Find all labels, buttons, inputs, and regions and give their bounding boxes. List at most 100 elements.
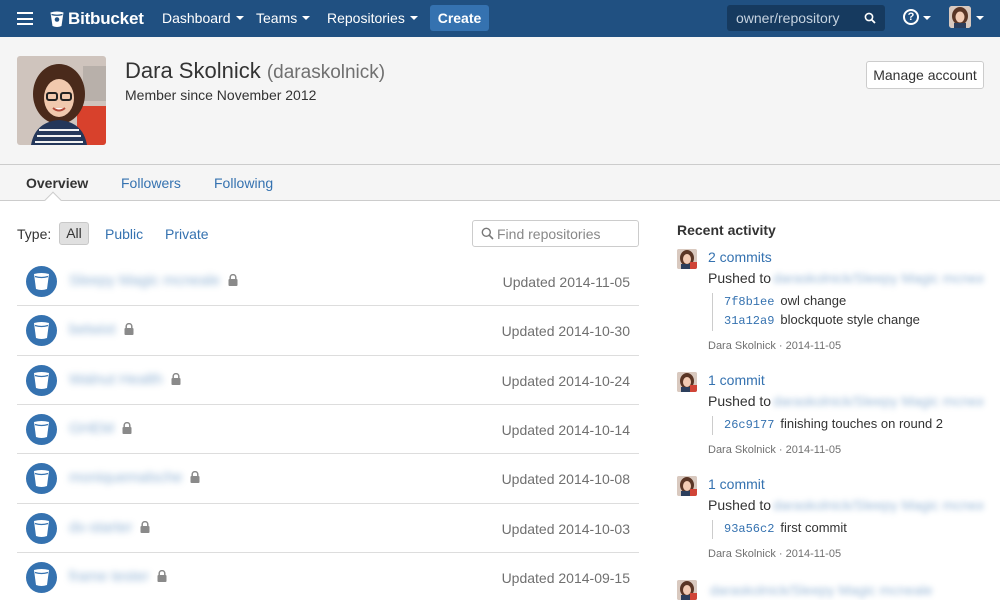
- menu-icon[interactable]: [17, 12, 33, 25]
- commit-hash-link[interactable]: 31a12a9: [724, 314, 774, 328]
- profile-header: Dara Skolnick (daraskolnick) Member sinc…: [0, 37, 1000, 165]
- filter-private[interactable]: Private: [165, 226, 209, 242]
- repository-updated-date: Updated 2014-10-03: [501, 520, 630, 537]
- user-avatar[interactable]: [949, 6, 971, 28]
- profile-tabs: Overview Followers Following: [0, 165, 1000, 209]
- find-repositories-input[interactable]: [497, 221, 635, 246]
- filter-public[interactable]: Public: [105, 226, 143, 242]
- profile-username: (daraskolnick): [266, 62, 386, 83]
- repository-name[interactable]: Walnut Health: [69, 371, 163, 388]
- repository-bucket-icon: [26, 315, 57, 347]
- repository-updated-date: Updated 2014-10-08: [501, 471, 630, 488]
- repository-row[interactable]: frame tester Updated 2014-09-15: [17, 553, 639, 600]
- activity-meta: Dara Skolnick · 2014-11-05: [708, 444, 842, 456]
- commit-message: first commit: [780, 520, 847, 535]
- activity-meta: Dara Skolnick · 2014-11-05: [708, 548, 842, 560]
- activity-repository-link[interactable]: daraskolnick/Sleepy Magic mcneale: [773, 270, 983, 286]
- brand-name: Bitbucket: [68, 9, 144, 28]
- activity-pushed-to: Pushed to daraskolnick/Sleepy Magic mcnea…: [708, 270, 983, 286]
- search-icon[interactable]: [864, 12, 876, 24]
- repository-name[interactable]: frame tester: [69, 568, 149, 585]
- commit-hash-link[interactable]: 93a56c2: [724, 522, 774, 536]
- activity-avatar[interactable]: [677, 476, 697, 496]
- caret-down-icon: [409, 16, 418, 20]
- commit-hash-link[interactable]: 7f8b1ee: [724, 295, 774, 309]
- repository-bucket-icon: [26, 512, 57, 544]
- activity-pushed-to: Pushed to daraskolnick/Sleepy Magic mcnea…: [708, 393, 983, 409]
- activity-avatar[interactable]: [677, 580, 697, 600]
- pushed-to-label: Pushed to: [708, 393, 772, 409]
- repository-updated-date: Updated 2014-10-30: [501, 323, 630, 340]
- commit-list: 7f8b1ee owl change 31a12a9 blockquote style…: [712, 293, 920, 331]
- activity-avatar[interactable]: [677, 249, 697, 269]
- commit-message: blockquote style change: [780, 312, 920, 327]
- lock-icon: [140, 520, 150, 533]
- lock-icon: [171, 372, 181, 385]
- repository-row[interactable]: Walnut Health Updated 2014-10-24: [17, 356, 639, 405]
- nav-teams[interactable]: Teams: [256, 10, 311, 26]
- repository-name[interactable]: GHEM: [69, 420, 114, 437]
- commit-hash-link[interactable]: 26c9177: [724, 418, 774, 432]
- repository-row[interactable]: GHEM Updated 2014-10-14: [17, 405, 639, 455]
- avatar-portrait-icon: [949, 6, 971, 28]
- avatar-badge: [690, 385, 697, 392]
- activity-avatar[interactable]: [677, 372, 697, 392]
- repository-name[interactable]: betwixt: [69, 321, 116, 338]
- bitbucket-logo[interactable]: Bitbucket: [50, 8, 144, 30]
- repository-search: [727, 5, 885, 31]
- caret-down-icon: [235, 16, 244, 20]
- find-repositories: [472, 220, 639, 247]
- manage-account-button[interactable]: Manage account: [866, 61, 984, 89]
- bucket-logo-icon: [50, 11, 64, 27]
- account-caret-icon[interactable]: [976, 16, 984, 20]
- top-navigation-bar: Bitbucket Dashboard Teams Repositories C…: [0, 0, 1000, 37]
- commit-item: 7f8b1ee owl change: [724, 293, 920, 312]
- commit-item: 26c9177 finishing touches on round 2: [724, 416, 943, 435]
- repository-search-input[interactable]: [727, 5, 857, 31]
- avatar-badge: [690, 489, 697, 496]
- recent-activity-title: Recent activity: [677, 222, 776, 238]
- search-icon: [481, 227, 494, 240]
- activity-repository-link[interactable]: daraskolnick/Sleepy Magic mcneale: [710, 582, 950, 598]
- lock-icon: [190, 471, 200, 484]
- active-tab-indicator: [44, 191, 62, 209]
- nav-repositories-label: Repositories: [327, 10, 405, 26]
- activity-commits-link[interactable]: 1 commit: [708, 476, 765, 492]
- tab-overview[interactable]: Overview: [26, 175, 88, 191]
- repository-bucket-icon: [26, 413, 57, 445]
- repository-updated-date: Updated 2014-11-05: [502, 274, 630, 290]
- tab-followers[interactable]: Followers: [121, 175, 181, 191]
- create-button[interactable]: Create: [430, 5, 489, 31]
- lock-icon: [228, 274, 238, 286]
- profile-portrait-icon: [17, 56, 106, 145]
- nav-dashboard[interactable]: Dashboard: [162, 10, 244, 26]
- help-icon[interactable]: ?: [903, 9, 919, 25]
- commit-message: owl change: [780, 293, 847, 308]
- filter-all[interactable]: All: [59, 222, 89, 245]
- activity-commits-link[interactable]: 2 commits: [708, 249, 772, 265]
- nav-repositories[interactable]: Repositories: [327, 10, 418, 26]
- tab-following[interactable]: Following: [214, 175, 273, 191]
- repository-updated-date: Updated 2014-10-14: [501, 421, 630, 438]
- repository-name[interactable]: dx-starter: [69, 519, 132, 536]
- repository-list: Sleepy Magic mcneale Updated 2014-11-05 …: [17, 257, 639, 600]
- commit-item: 93a56c2 first commit: [724, 520, 847, 539]
- help-caret-icon[interactable]: [923, 16, 931, 20]
- commit-list: 26c9177 finishing touches on round 2: [712, 416, 943, 435]
- repository-updated-date: Updated 2014-09-15: [501, 569, 630, 586]
- repository-name[interactable]: Sleepy Magic mcneale: [69, 272, 220, 289]
- repository-row[interactable]: betwixt Updated 2014-10-30: [17, 306, 639, 356]
- activity-repository-link[interactable]: daraskolnick/Sleepy Magic mcneale: [773, 393, 983, 409]
- lock-icon: [157, 569, 167, 582]
- activity-commits-link[interactable]: 1 commit: [708, 372, 765, 388]
- activity-repository-link[interactable]: daraskolnick/Sleepy Magic mcneale: [773, 497, 983, 513]
- repository-updated-date: Updated 2014-10-24: [501, 372, 630, 389]
- repository-row[interactable]: Sleepy Magic mcneale Updated 2014-11-05: [17, 257, 639, 307]
- caret-down-icon: [302, 16, 311, 20]
- repository-row[interactable]: moniquemalsche Updated 2014-10-08: [17, 454, 639, 504]
- repository-row[interactable]: dx-starter Updated 2014-10-03: [17, 504, 639, 553]
- repository-bucket-icon: [26, 463, 57, 495]
- profile-name: Dara Skolnick (daraskolnick): [125, 58, 385, 84]
- repository-name[interactable]: moniquemalsche: [69, 469, 182, 486]
- profile-avatar: [17, 56, 106, 145]
